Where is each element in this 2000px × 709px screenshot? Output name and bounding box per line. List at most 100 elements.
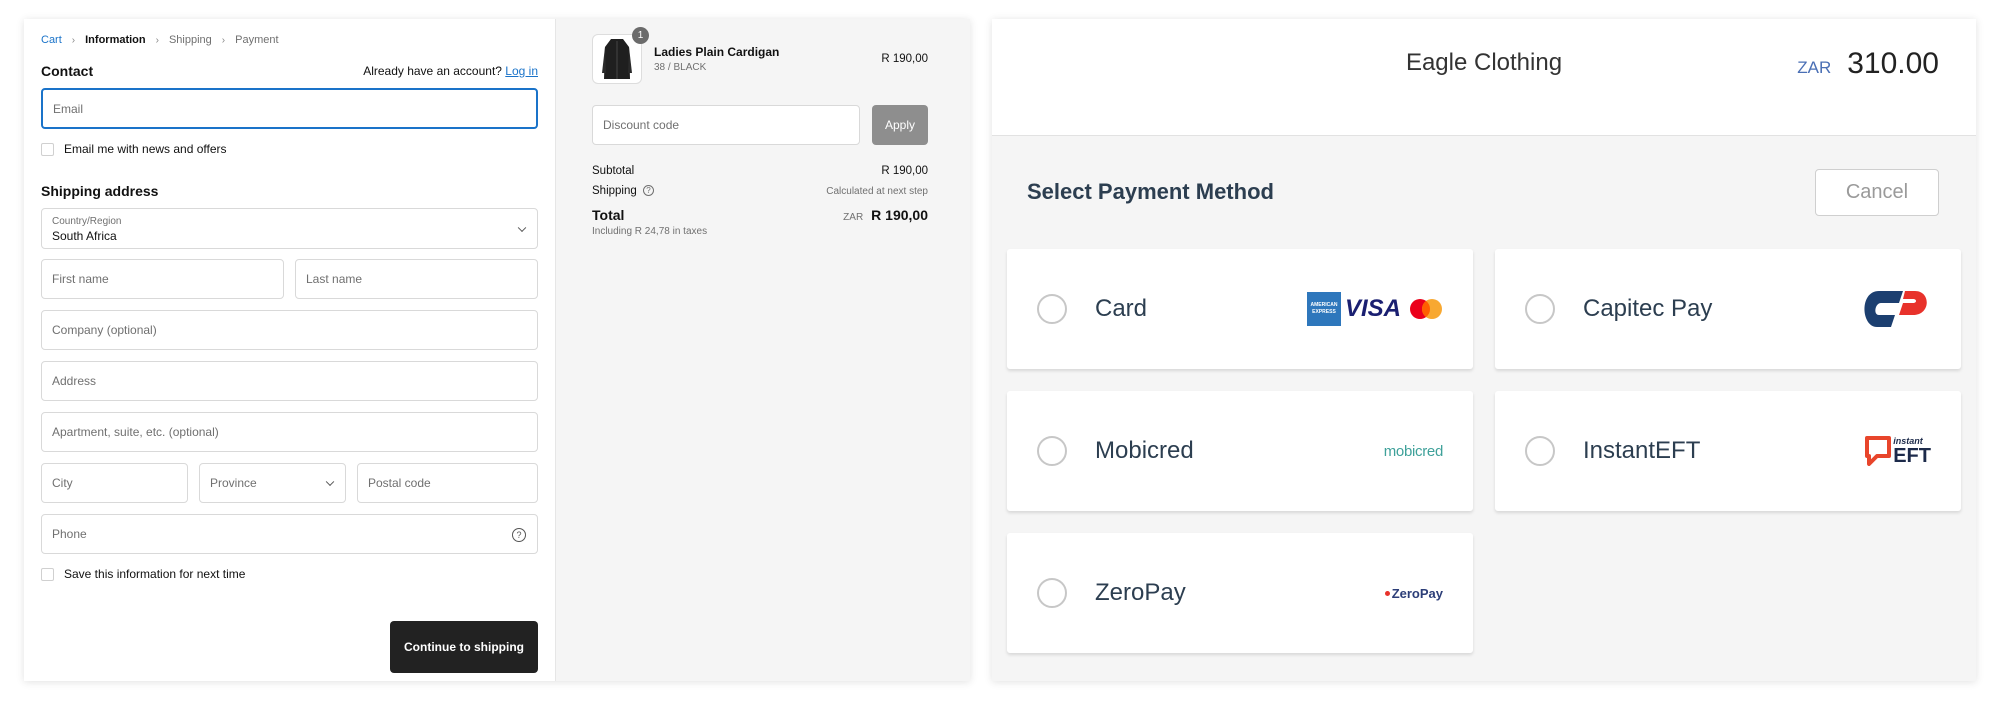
zeropay-logo: ZeroPay <box>1384 585 1443 601</box>
continue-to-shipping-button[interactable]: Continue to shipping <box>390 621 538 673</box>
company-input[interactable]: Company (optional) <box>41 310 538 350</box>
phone-placeholder: Phone <box>52 527 87 541</box>
contact-heading: Contact <box>41 63 94 79</box>
breadcrumb: Cart › Information › Shipping › Payment <box>41 33 538 47</box>
total-label: Total <box>592 207 625 223</box>
tax-note: Including R 24,78 in taxes <box>592 226 708 237</box>
save-info-checkbox[interactable] <box>41 567 54 581</box>
phone-input[interactable]: Phone ? <box>41 514 538 554</box>
login-prompt: Already have an account? Log in <box>363 64 538 78</box>
help-icon[interactable]: ? <box>642 185 654 197</box>
payment-amount-value: 310.00 <box>1847 47 1939 80</box>
amex-icon: AMERICAN EXPRESS <box>1306 292 1341 326</box>
breadcrumb-payment: Payment <box>235 34 279 46</box>
radio-card[interactable] <box>1037 294 1067 324</box>
discount-code-input[interactable]: Discount code <box>592 105 860 145</box>
radio-capitec[interactable] <box>1525 294 1555 324</box>
payment-method-mobicred[interactable]: Mobicred mobicred <box>1007 391 1473 511</box>
product-name: Ladies Plain Cardigan <box>654 45 780 59</box>
city-placeholder: City <box>52 476 73 490</box>
cancel-button[interactable]: Cancel <box>1815 169 1939 216</box>
chevron-down-icon <box>325 477 335 487</box>
city-input[interactable]: City <box>41 463 188 503</box>
apartment-input[interactable]: Apartment, suite, etc. (optional) <box>41 412 538 452</box>
apply-button[interactable]: Apply <box>872 105 928 145</box>
shipping-heading: Shipping address <box>41 183 159 199</box>
total-currency: ZAR <box>843 212 864 223</box>
checkout-panel: Cart › Information › Shipping › Payment … <box>24 19 970 681</box>
last-name-input[interactable]: Last name <box>295 259 538 299</box>
instanteft-mark-icon <box>1865 436 1892 466</box>
breadcrumb-separator-icon: › <box>221 34 226 46</box>
login-link[interactable]: Log in <box>505 64 538 78</box>
cardigan-image-icon <box>602 39 632 79</box>
instanteft-logo-text-bottom: EFT <box>1893 444 1931 467</box>
product-price: R 190,00 <box>881 53 928 65</box>
country-select[interactable]: Country/Region South Africa <box>41 208 538 249</box>
save-info-label: Save this information for next time <box>64 567 246 581</box>
company-placeholder: Company (optional) <box>52 323 157 337</box>
email-placeholder: Email <box>53 101 84 116</box>
breadcrumb-cart[interactable]: Cart <box>41 34 62 46</box>
checkout-form: Cart › Information › Shipping › Payment … <box>24 19 556 681</box>
shipping-row: Shipping ? Calculated at next step <box>592 185 928 197</box>
capitec-logo <box>1864 291 1927 327</box>
product-thumbnail: 1 <box>592 27 649 84</box>
breadcrumb-separator-icon: › <box>155 34 159 46</box>
address-input[interactable]: Address <box>41 361 538 401</box>
method-label-card: Card <box>1095 295 1148 322</box>
quantity-badge: 1 <box>632 27 649 44</box>
payment-currency: ZAR <box>1797 58 1832 77</box>
last-name-placeholder: Last name <box>306 272 363 286</box>
mobicred-logo: mobicred <box>1383 442 1444 460</box>
email-input[interactable]: Email <box>41 88 538 129</box>
payment-method-instanteft[interactable]: InstantEFT instant EFT <box>1495 391 1961 511</box>
newsletter-checkbox[interactable] <box>41 142 54 156</box>
shipping-value: Calculated at next step <box>826 185 928 197</box>
instanteft-logo: instant EFT <box>1865 436 1931 466</box>
subtotal-value: R 190,00 <box>881 165 928 177</box>
product-line: 1 Ladies Plain Cardigan 38 / BLACK R 190… <box>592 27 928 84</box>
method-label-zeropay: ZeroPay <box>1095 579 1186 606</box>
discount-placeholder: Discount code <box>603 118 680 132</box>
card-brands-logo: AMERICAN EXPRESS VISA <box>1306 292 1443 326</box>
first-name-input[interactable]: First name <box>41 259 284 299</box>
contact-header: Contact Already have an account? Log in <box>41 63 538 79</box>
first-name-placeholder: First name <box>52 272 109 286</box>
method-label-capitec: Capitec Pay <box>1583 295 1713 322</box>
shipping-label-wrap: Shipping ? <box>592 185 654 197</box>
product-variant: 38 / BLACK <box>654 62 707 73</box>
account-prompt-text: Already have an account? <box>363 64 502 78</box>
subtotal-label: Subtotal <box>592 165 635 177</box>
postal-code-input[interactable]: Postal code <box>357 463 538 503</box>
zeropay-logo-text: ZeroPay <box>1391 585 1443 601</box>
discount-row: Discount code Apply <box>592 105 928 145</box>
province-select[interactable]: Province <box>199 463 346 503</box>
method-label-instanteft: InstantEFT <box>1583 437 1701 464</box>
order-summary: 1 Ladies Plain Cardigan 38 / BLACK R 190… <box>556 19 970 681</box>
payment-amount: ZAR 310.00 <box>1797 47 1939 81</box>
save-info-row[interactable]: Save this information for next time <box>41 567 538 581</box>
postal-code-placeholder: Postal code <box>368 476 431 490</box>
newsletter-row[interactable]: Email me with news and offers <box>41 142 538 156</box>
country-label: Country/Region <box>52 216 122 227</box>
payment-method-title: Select Payment Method <box>1027 179 1274 204</box>
help-icon[interactable]: ? <box>512 528 526 542</box>
payment-header: Eagle Clothing ZAR 310.00 <box>992 19 1976 136</box>
payment-method-card[interactable]: Card AMERICAN EXPRESS VISA <box>1007 249 1473 369</box>
address-placeholder: Address <box>52 374 97 388</box>
mastercard-icon <box>1410 299 1442 319</box>
payment-method-capitec[interactable]: Capitec Pay <box>1495 249 1961 369</box>
newsletter-label: Email me with news and offers <box>64 142 227 156</box>
total-row: Total Including R 24,78 in taxes ZAR R 1… <box>592 207 928 237</box>
radio-zeropay[interactable] <box>1037 578 1067 608</box>
country-value: South Africa <box>52 229 117 243</box>
payment-method-zeropay[interactable]: ZeroPay ZeroPay <box>1007 533 1473 653</box>
breadcrumb-shipping: Shipping <box>168 34 212 46</box>
radio-mobicred[interactable] <box>1037 436 1067 466</box>
breadcrumb-separator-icon: › <box>71 34 76 46</box>
radio-instanteft[interactable] <box>1525 436 1555 466</box>
visa-icon: VISA <box>1344 295 1401 322</box>
breadcrumb-information: Information <box>85 34 146 46</box>
apartment-placeholder: Apartment, suite, etc. (optional) <box>52 425 219 439</box>
